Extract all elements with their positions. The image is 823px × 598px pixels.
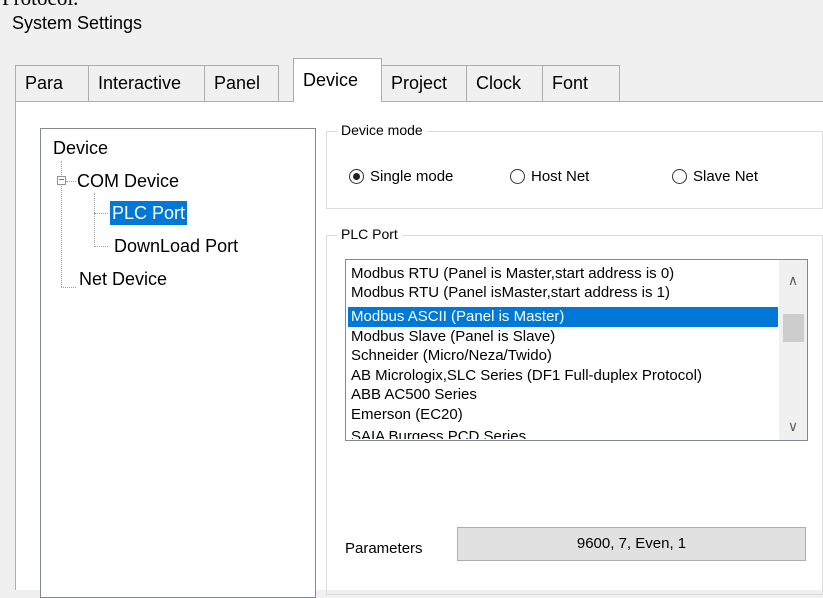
list-item[interactable]: Schneider (Micro/Neza/Twido): [348, 346, 778, 366]
window-title: System Settings: [12, 13, 143, 33]
parameters-field[interactable]: 9600, 7, Even, 1: [457, 527, 806, 561]
tab-font[interactable]: Font: [542, 65, 620, 101]
tree-node-device[interactable]: Device: [53, 136, 108, 160]
tree-connector: [94, 193, 95, 247]
tab-project[interactable]: Project: [381, 65, 467, 101]
tab-device[interactable]: Device: [293, 58, 382, 102]
list-item[interactable]: Modbus RTU (Panel isMaster,start address…: [348, 283, 778, 303]
radio-host-net-label: Host Net: [531, 168, 590, 185]
radio-host-net[interactable]: Host Net: [510, 168, 589, 185]
radio-unchecked-icon: [672, 169, 687, 184]
radio-slave-net[interactable]: Slave Net: [672, 168, 758, 185]
tab-para[interactable]: Para: [15, 65, 89, 101]
tab-bar: Para Interactive Panel Device Project Cl…: [15, 58, 815, 102]
tab-panel[interactable]: Panel: [204, 65, 279, 101]
list-item[interactable]: ABB AC500 Series: [348, 385, 778, 405]
radio-slave-net-label: Slave Net: [693, 168, 759, 185]
tree-connector: [94, 213, 108, 214]
list-item-selected[interactable]: Modbus ASCII (Panel is Master): [348, 307, 778, 327]
tree-node-net-device[interactable]: Net Device: [79, 267, 167, 291]
tab-interactive[interactable]: Interactive: [88, 65, 205, 101]
list-item[interactable]: Modbus Slave (Panel is Slave): [348, 327, 778, 347]
radio-unchecked-icon: [510, 169, 525, 184]
device-mode-group: Device mode Single mode Host Net Slave N…: [326, 122, 823, 209]
collapse-icon[interactable]: −: [57, 176, 66, 186]
tab-clock[interactable]: Clock: [466, 65, 543, 101]
scroll-thumb[interactable]: [783, 314, 804, 342]
plc-port-label: PLC Port: [337, 226, 402, 242]
tree-node-plc-port[interactable]: PLC Port: [110, 201, 188, 225]
list-item[interactable]: AB Micrologix,SLC Series (DF1 Full-duple…: [348, 366, 778, 386]
list-item[interactable]: Emerson (EC20): [348, 405, 778, 425]
radio-single-mode[interactable]: Single mode: [349, 168, 453, 185]
list-item[interactable]: Modbus RTU (Panel is Master,start addres…: [348, 264, 778, 284]
scroll-up-icon[interactable]: ∧: [779, 268, 807, 292]
radio-checked-icon: [349, 169, 364, 184]
plc-port-listbox[interactable]: Modbus RTU (Panel is Master,start addres…: [345, 259, 808, 441]
list-scrollbar[interactable]: ∧ ∨: [779, 260, 807, 440]
radio-single-mode-label: Single mode: [370, 168, 454, 185]
tree-node-download-port[interactable]: DownLoad Port: [114, 234, 238, 258]
tree-connector: [66, 181, 76, 182]
device-tree[interactable]: Device − COM Device PLC Port DownLoad Po…: [40, 128, 316, 598]
list-item[interactable]: SAIA Burgess PCD Series: [348, 427, 778, 439]
tree-node-com-device[interactable]: COM Device: [77, 169, 179, 193]
parameters-label: Parameters: [345, 540, 423, 557]
cropped-caption-text: Protocol.: [2, 0, 78, 11]
scroll-down-icon[interactable]: ∨: [779, 414, 807, 438]
device-mode-label: Device mode: [337, 122, 427, 138]
tree-connector: [94, 246, 108, 247]
tree-connector: [61, 287, 76, 288]
